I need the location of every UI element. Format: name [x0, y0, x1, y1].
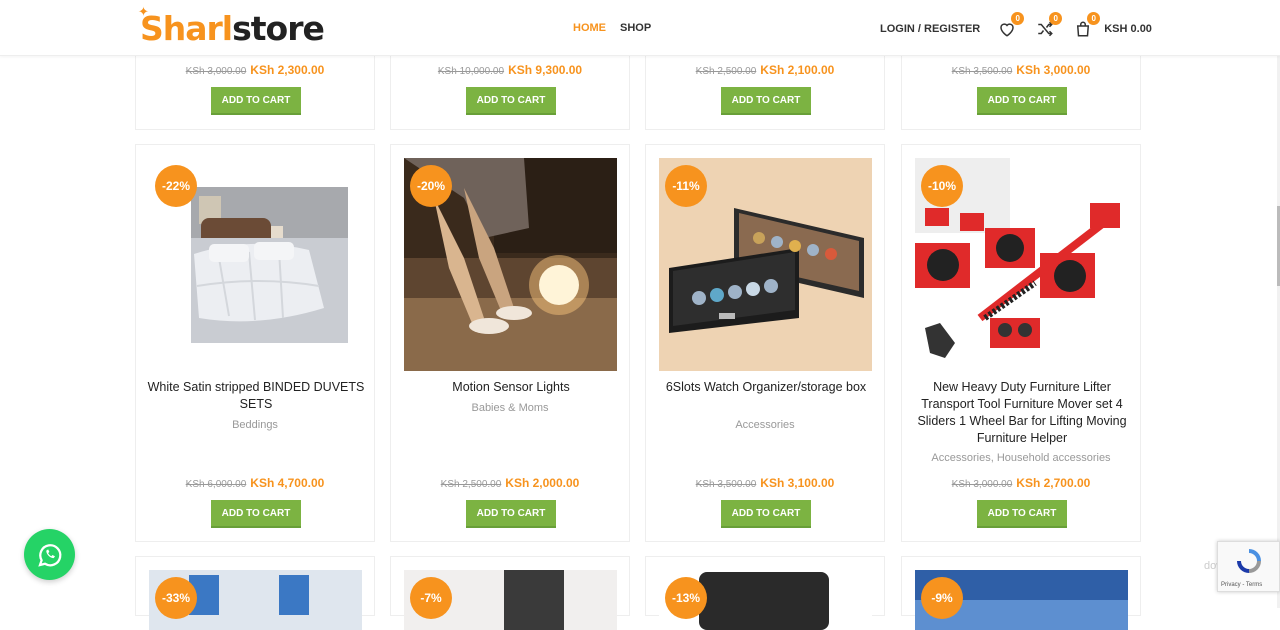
product-card: -33% — [135, 556, 375, 630]
product-title[interactable]: 6Slots Watch Organizer/storage box — [656, 379, 876, 396]
old-price: KSh 6,000.00 — [185, 479, 247, 490]
old-price: KSh 3,000.00 — [951, 479, 1013, 490]
nav-home[interactable]: HOME — [573, 22, 606, 34]
price: KSh 10,000.00 KSh 9,300.00 — [391, 63, 629, 77]
sale-price: KSh 3,100.00 — [760, 476, 835, 490]
product-card: -7% — [390, 556, 630, 630]
cart-count-badge: 0 — [1087, 12, 1101, 25]
discount-badge: -13% — [665, 577, 707, 619]
add-to-cart-button[interactable]: ADD TO CART — [211, 500, 301, 528]
old-price: KSh 2,500.00 — [440, 479, 502, 490]
product-card: -13% — [645, 556, 885, 630]
discount-badge: -33% — [155, 577, 197, 619]
product-category[interactable]: Babies & Moms — [391, 402, 629, 414]
wishlist-button[interactable]: 0 — [996, 12, 1025, 40]
cart-button[interactable]: 0 — [1072, 12, 1101, 40]
product-category[interactable]: Beddings — [136, 419, 374, 431]
product-card: -11% 6Slots Watch Organizer/storage box … — [645, 144, 885, 542]
add-to-cart-button[interactable]: ADD TO CART — [721, 87, 811, 115]
wishlist-count-badge: 0 — [1011, 12, 1025, 25]
site-logo[interactable]: ✦ Sharlstore — [138, 5, 325, 48]
add-to-cart-button[interactable]: ADD TO CART — [977, 87, 1067, 115]
compare-button[interactable]: 0 — [1034, 12, 1063, 40]
discount-badge: -10% — [921, 165, 963, 207]
price: KSh 2,500.00 KSh 2,000.00 — [391, 476, 629, 490]
price: KSh 3,000.00 KSh 2,300.00 — [136, 63, 374, 77]
discount-badge: -7% — [410, 577, 452, 619]
sale-price: KSh 2,300.00 — [250, 63, 325, 77]
add-to-cart-button[interactable]: ADD TO CART — [977, 500, 1067, 528]
old-price: KSh 3,500.00 — [695, 479, 757, 490]
price: KSh 3,500.00 KSh 3,000.00 — [902, 63, 1140, 77]
logo-text-sharl: Sharl — [140, 9, 233, 48]
compare-count-badge: 0 — [1049, 12, 1063, 25]
whatsapp-chat-button[interactable] — [24, 529, 75, 580]
product-title[interactable]: White Satin stripped BINDED DUVETS SETS — [146, 379, 366, 413]
price: KSh 3,500.00 KSh 3,100.00 — [646, 476, 884, 490]
price: KSh 2,500.00 KSh 2,100.00 — [646, 63, 884, 77]
discount-badge: -20% — [410, 165, 452, 207]
add-to-cart-button[interactable]: ADD TO CART — [721, 500, 811, 528]
add-to-cart-button[interactable]: ADD TO CART — [211, 87, 301, 115]
sale-price: KSh 2,100.00 — [760, 63, 835, 77]
cart-total[interactable]: KSH 0.00 — [1104, 23, 1152, 35]
old-price: KSh 3,500.00 — [951, 66, 1013, 77]
recaptcha-links[interactable]: Privacy - Terms — [1221, 582, 1262, 588]
site-header: ✦ Sharlstore HOME SHOP LOGIN / REGISTER … — [0, 0, 1280, 56]
product-title[interactable]: Motion Sensor Lights — [401, 379, 621, 396]
logo-spark-icon: ✦ — [138, 5, 149, 20]
whatsapp-icon — [37, 543, 61, 567]
discount-badge: -9% — [921, 577, 963, 619]
nav-shop[interactable]: SHOP — [620, 22, 651, 34]
discount-badge: -11% — [665, 165, 707, 207]
discount-badge: -22% — [155, 165, 197, 207]
product-title[interactable]: New Heavy Duty Furniture Lifter Transpor… — [912, 379, 1132, 447]
product-card: -10% New Heavy Duty Furniture Lifter Tra… — [901, 144, 1141, 542]
recaptcha-icon — [1237, 549, 1261, 573]
price: KSh 3,000.00 KSh 2,700.00 — [902, 476, 1140, 490]
recaptcha-badge[interactable]: Privacy - Terms — [1217, 541, 1280, 592]
add-to-cart-button[interactable]: ADD TO CART — [466, 87, 556, 115]
logo-text-store: store — [232, 9, 325, 48]
sale-price: KSh 3,000.00 — [1016, 63, 1091, 77]
header-actions: LOGIN / REGISTER 0 0 0 KSH 0.00 — [880, 12, 1152, 42]
price: KSh 6,000.00 KSh 4,700.00 — [136, 476, 374, 490]
product-category[interactable]: Accessories, Household accessories — [902, 452, 1140, 464]
sale-price: KSh 4,700.00 — [250, 476, 325, 490]
product-category[interactable]: Accessories — [646, 419, 884, 431]
main-nav: HOME SHOP — [573, 22, 651, 34]
old-price: KSh 10,000.00 — [437, 66, 505, 77]
product-card: -22% White Satin stripped BINDED DUVETS … — [135, 144, 375, 542]
add-to-cart-button[interactable]: ADD TO CART — [466, 500, 556, 528]
product-card: -9% — [901, 556, 1141, 630]
sale-price: KSh 9,300.00 — [508, 63, 583, 77]
login-register-link[interactable]: LOGIN / REGISTER — [880, 23, 980, 35]
sale-price: KSh 2,000.00 — [505, 476, 580, 490]
old-price: KSh 3,000.00 — [185, 66, 247, 77]
old-price: KSh 2,500.00 — [695, 66, 757, 77]
sale-price: KSh 2,700.00 — [1016, 476, 1091, 490]
product-card: -20% Motion Sensor Lights Babies & Moms … — [390, 144, 630, 542]
